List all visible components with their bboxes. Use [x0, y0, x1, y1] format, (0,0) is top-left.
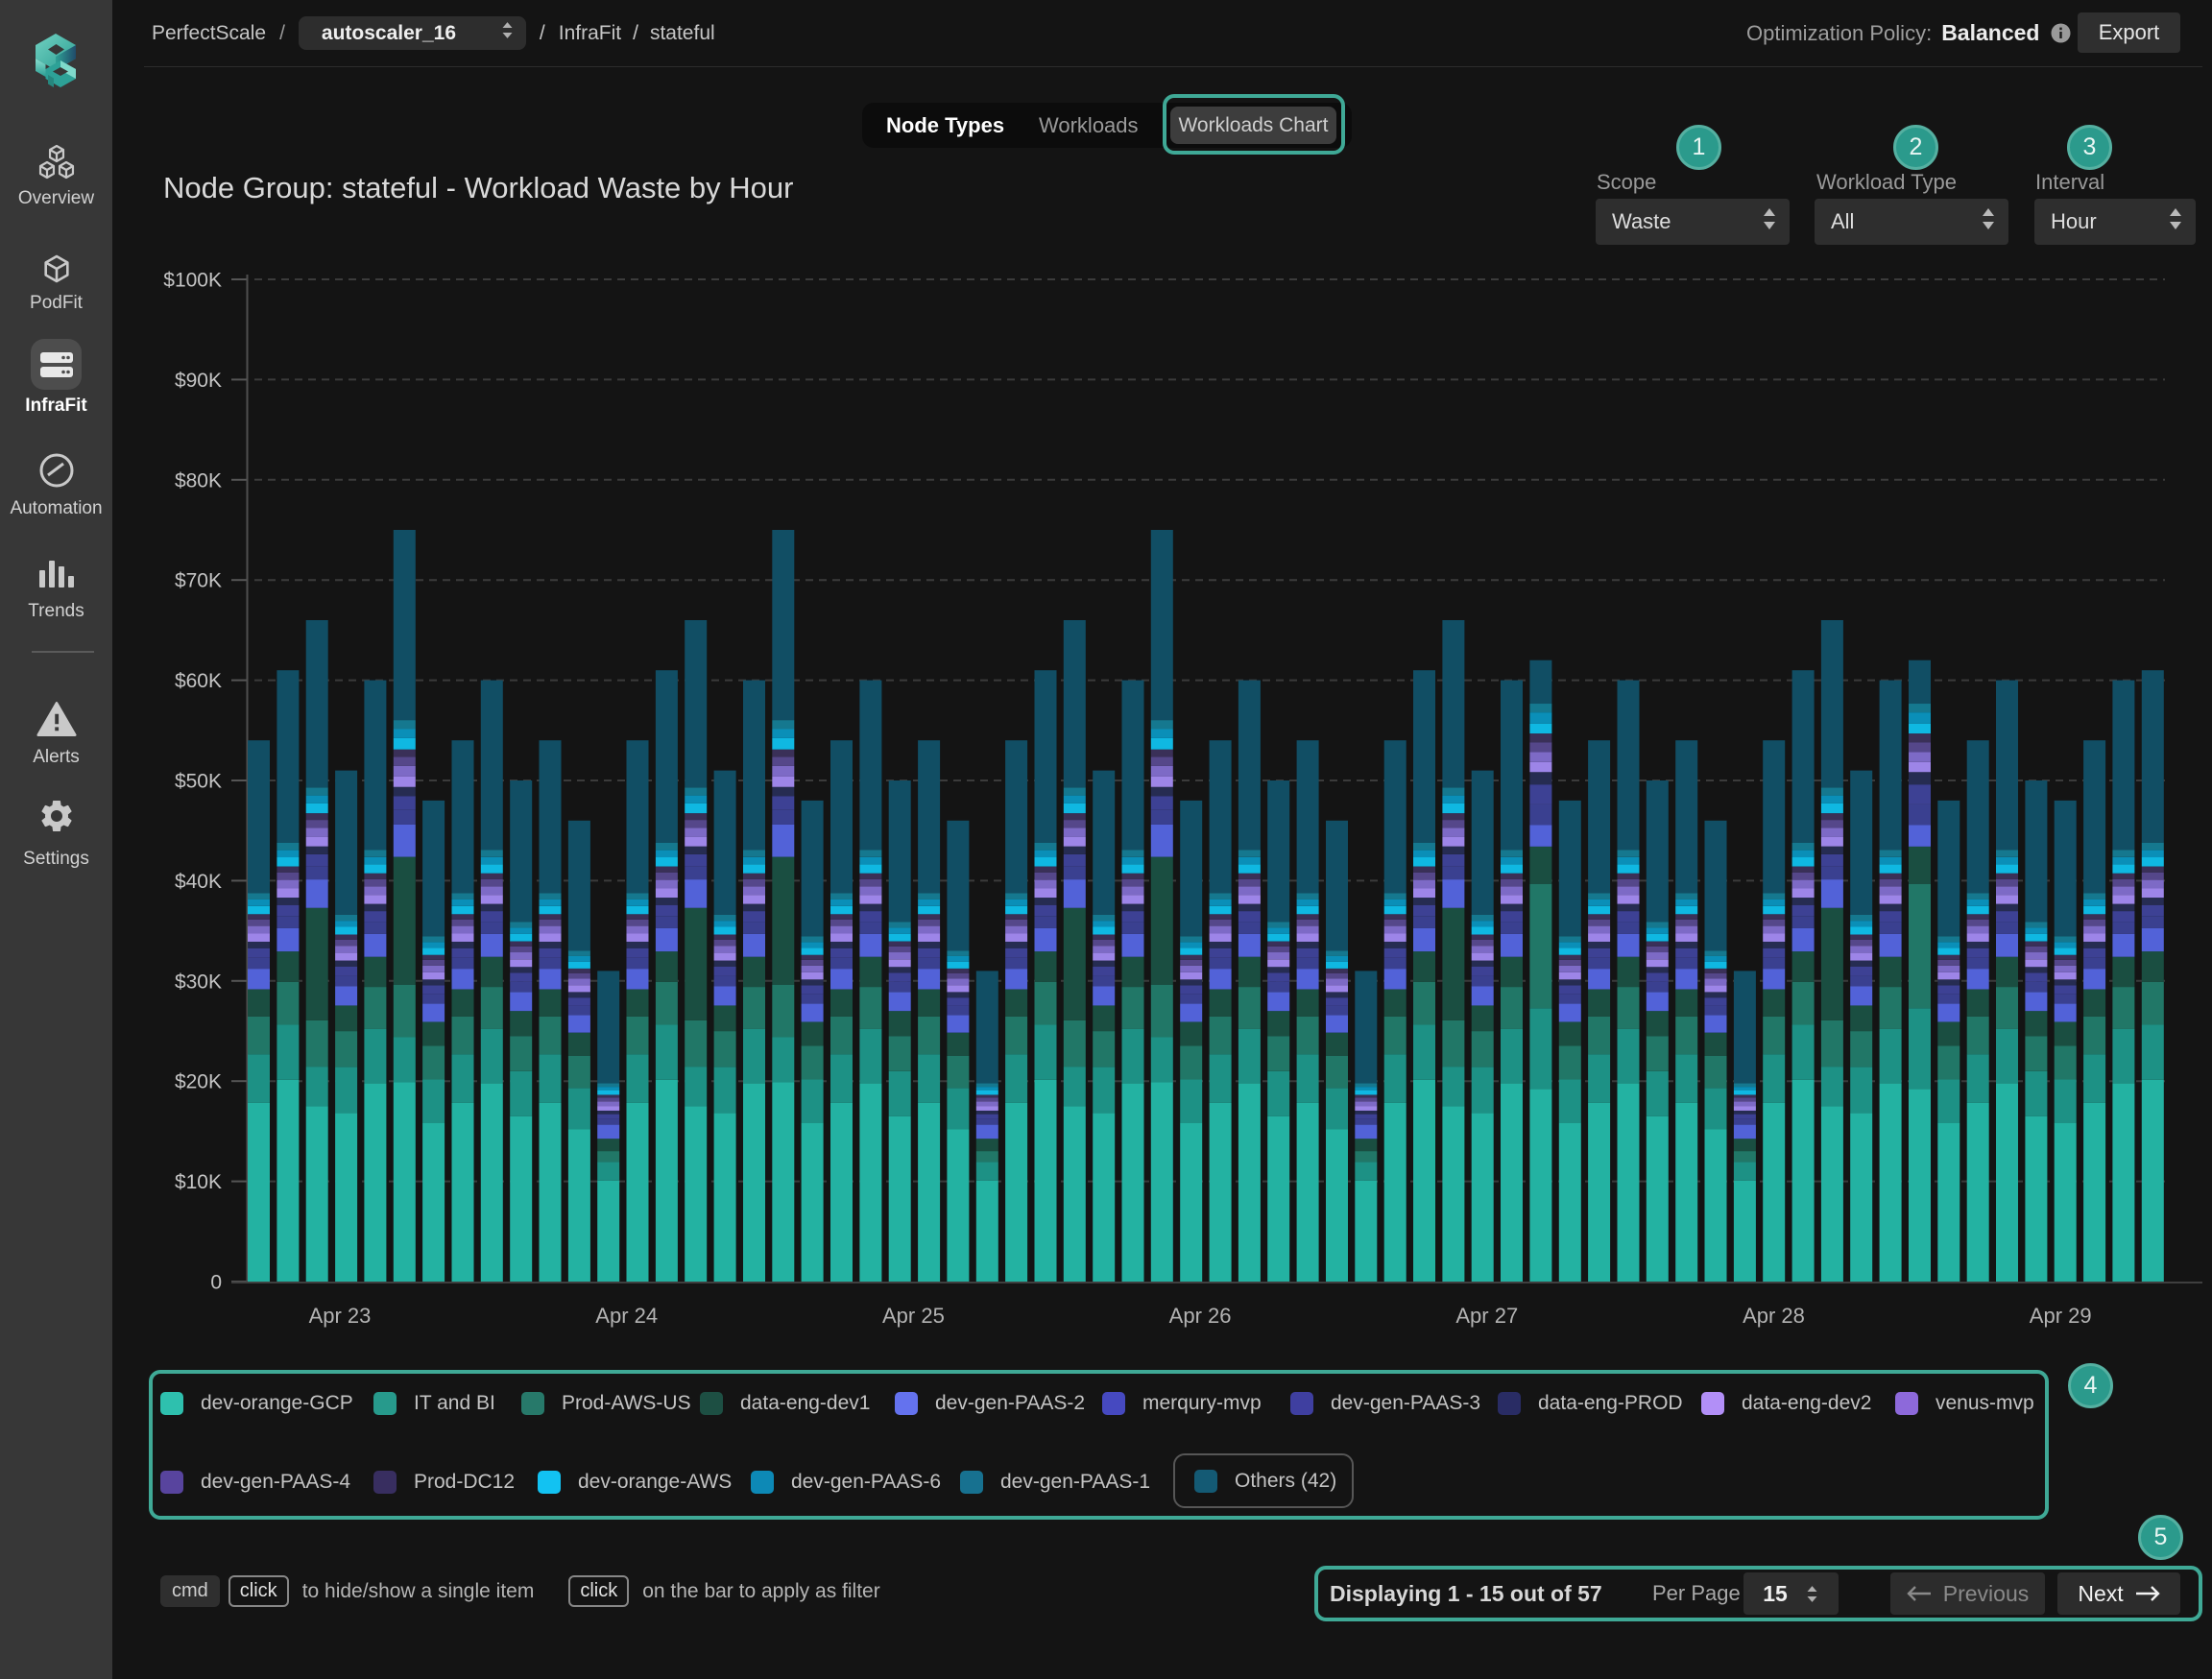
svg-text:$40K: $40K	[175, 871, 222, 893]
svg-text:Apr 24: Apr 24	[595, 1304, 658, 1328]
svg-text:$90K: $90K	[175, 370, 222, 392]
svg-text:0: 0	[210, 1272, 222, 1294]
svg-text:Apr 26: Apr 26	[1169, 1304, 1232, 1328]
svg-text:$70K: $70K	[175, 570, 222, 592]
svg-text:$60K: $60K	[175, 670, 222, 692]
svg-text:$30K: $30K	[175, 971, 222, 993]
svg-text:$20K: $20K	[175, 1071, 222, 1093]
svg-text:Apr 29: Apr 29	[2030, 1304, 2092, 1328]
svg-text:Apr 28: Apr 28	[1743, 1304, 1805, 1328]
svg-text:$10K: $10K	[175, 1171, 222, 1193]
svg-text:Apr 25: Apr 25	[882, 1304, 945, 1328]
svg-text:$50K: $50K	[175, 771, 222, 793]
svg-text:Apr 23: Apr 23	[309, 1304, 372, 1328]
svg-text:$80K: $80K	[175, 469, 222, 492]
svg-text:$100K: $100K	[163, 270, 222, 292]
svg-text:Apr 27: Apr 27	[1455, 1304, 1518, 1328]
